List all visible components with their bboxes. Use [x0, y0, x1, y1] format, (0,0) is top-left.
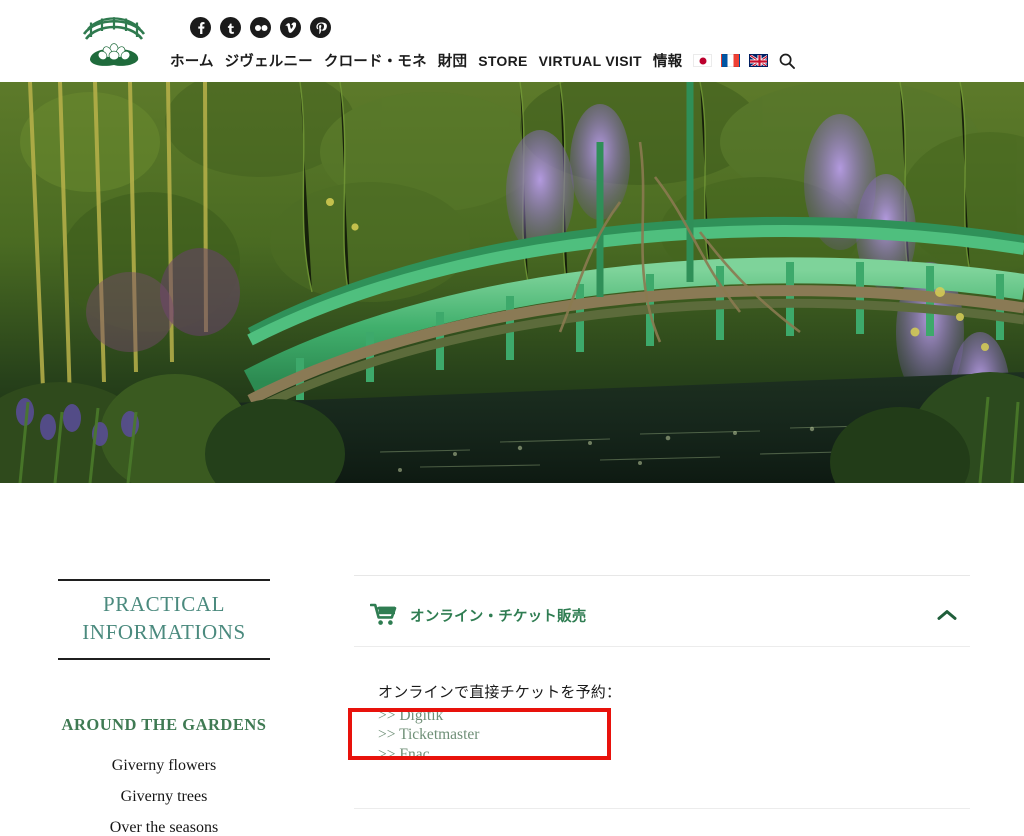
flag-france-icon[interactable] — [721, 54, 741, 67]
accordion-title: オンライン・チケット販売 — [410, 608, 587, 625]
sidebar-link-list: Giverny flowers Giverny trees Over the s… — [24, 757, 304, 836]
flag-japan-icon[interactable] — [693, 54, 713, 67]
shopping-cart-icon — [369, 603, 398, 627]
flickr-icon[interactable] — [250, 17, 271, 38]
social-links — [190, 17, 331, 38]
panel-intro-text: オンラインで直接チケットを予約： — [378, 683, 622, 701]
main-navigation: ホーム ジヴェルニー クロード・モネ 財団 STORE VIRTUAL VISI… — [170, 50, 796, 71]
divider-bottom — [354, 808, 970, 809]
vimeo-icon[interactable] — [280, 17, 301, 38]
pinterest-icon[interactable] — [310, 17, 331, 38]
divider-accordion — [354, 646, 970, 647]
ticket-link-list: >> Digitik >> Ticketmaster >> Fnac — [378, 706, 970, 765]
site-logo[interactable] — [76, 8, 152, 72]
logo-bridge-lily-icon — [82, 17, 146, 66]
content-area: PRACTICAL INFORMATIONS AROUND THE GARDEN… — [0, 483, 1024, 836]
sidebar-section-heading: AROUND THE GARDENS — [61, 715, 267, 735]
nav-item-giverny[interactable]: ジヴェルニー — [225, 50, 313, 71]
giverny-bridge-photo — [0, 82, 1024, 483]
chevron-up-icon[interactable] — [936, 608, 958, 622]
sidebar: PRACTICAL INFORMATIONS AROUND THE GARDEN… — [24, 579, 304, 836]
sidebar-item-over-the-seasons[interactable]: Over the seasons — [24, 819, 304, 836]
site-header: ホーム ジヴェルニー クロード・モネ 財団 STORE VIRTUAL VISI… — [0, 0, 1024, 82]
sidebar-title-line1: PRACTICAL — [102, 592, 226, 616]
tumblr-icon[interactable] — [220, 17, 241, 38]
hero-banner-image — [0, 82, 1024, 483]
ticket-link-digitik[interactable]: >> Digitik — [378, 706, 970, 726]
accordion-online-ticket-sales[interactable]: オンライン・チケット販売 — [354, 587, 970, 643]
nav-item-home[interactable]: ホーム — [170, 50, 214, 71]
flag-uk-icon[interactable] — [749, 54, 769, 67]
sidebar-item-giverny-trees[interactable]: Giverny trees — [24, 788, 304, 806]
accordion-panel: オンラインで直接チケットを予約： >> Digitik >> Ticketmas… — [354, 683, 970, 765]
facebook-icon[interactable] — [190, 17, 211, 38]
sidebar-title-line2: INFORMATIONS — [82, 619, 246, 644]
ticket-link-fnac[interactable]: >> Fnac — [378, 745, 970, 765]
divider-top — [354, 575, 970, 576]
sidebar-item-giverny-flowers[interactable]: Giverny flowers — [24, 757, 304, 775]
nav-item-virtual-visit[interactable]: VIRTUAL VISIT — [539, 53, 642, 69]
sidebar-title-block: PRACTICAL INFORMATIONS — [58, 579, 270, 661]
page-root: ホーム ジヴェルニー クロード・モネ 財団 STORE VIRTUAL VISI… — [0, 0, 1024, 836]
nav-item-claude-monet[interactable]: クロード・モネ — [324, 50, 427, 71]
nav-item-store[interactable]: STORE — [478, 53, 527, 69]
nav-item-foundation[interactable]: 財団 — [438, 50, 467, 71]
ticket-link-ticketmaster[interactable]: >> Ticketmaster — [378, 725, 970, 745]
search-icon[interactable] — [779, 53, 796, 69]
nav-item-information[interactable]: 情報 — [653, 50, 682, 71]
